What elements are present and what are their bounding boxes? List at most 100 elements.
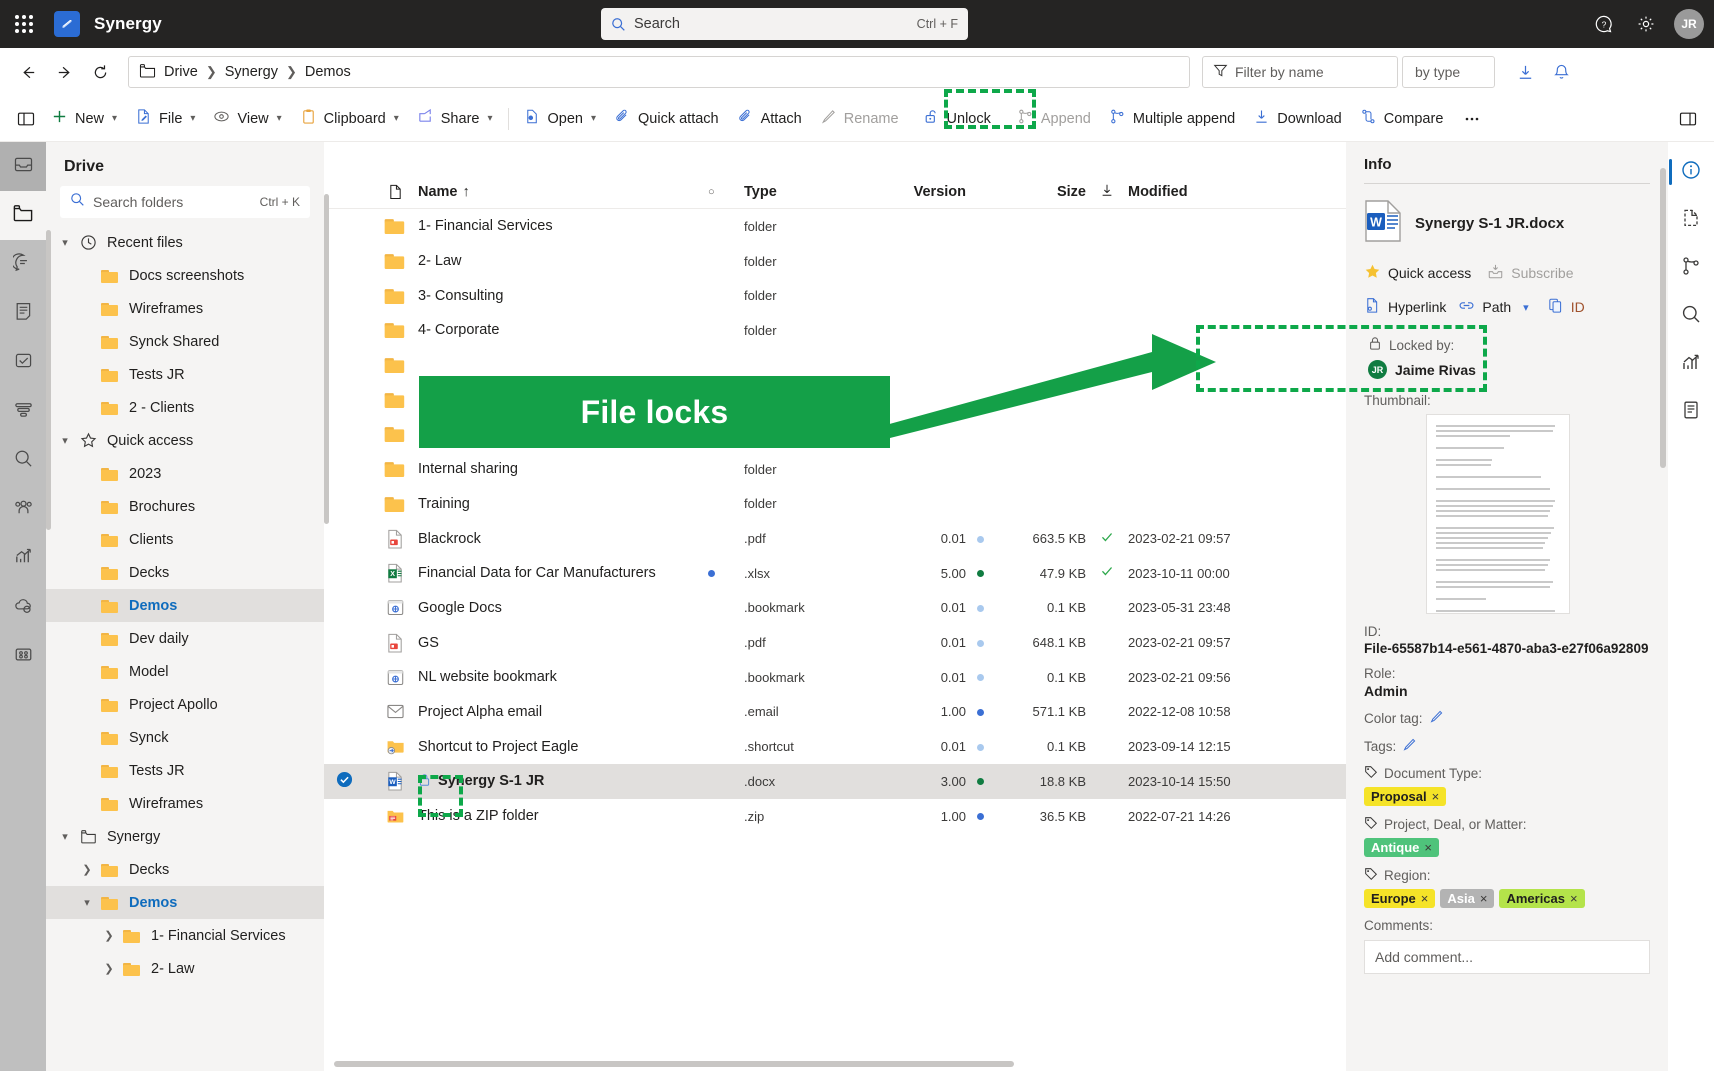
breadcrumb-item-demos[interactable]: Demos bbox=[305, 64, 351, 80]
sidebar-tree-item[interactable]: ▾ Demos bbox=[46, 886, 324, 919]
table-row[interactable]: 2- Law folder bbox=[324, 244, 1346, 279]
rail-item-filters[interactable] bbox=[0, 387, 46, 436]
ribbon-unlock-button[interactable]: Unlock bbox=[914, 102, 1000, 136]
tag-remove-icon[interactable]: × bbox=[1480, 891, 1488, 906]
ribbon-compare-button[interactable]: Compare bbox=[1351, 102, 1453, 136]
rail-item-search[interactable] bbox=[0, 436, 46, 485]
table-row[interactable]: GS .pdf 0.01 648.1 KB 2023-02-21 09:57 bbox=[324, 625, 1346, 660]
rail-item-notes[interactable] bbox=[0, 289, 46, 338]
column-header-flag[interactable]: ○ bbox=[708, 186, 744, 198]
tag-remove-icon[interactable]: × bbox=[1424, 840, 1432, 855]
tag-pill[interactable]: Americas × bbox=[1499, 889, 1585, 908]
column-header-type[interactable]: Type bbox=[744, 184, 874, 200]
tag-pill[interactable]: Asia × bbox=[1440, 889, 1495, 908]
column-header-modified[interactable]: Modified bbox=[1128, 184, 1308, 200]
table-row[interactable]: X Financial Data for Car Manufacturers .xl… bbox=[324, 556, 1346, 591]
sidebar-tree-item[interactable]: 2 - Clients bbox=[46, 391, 324, 424]
sidebar-tree-item[interactable]: Tests JR bbox=[46, 754, 324, 787]
tag-pill[interactable]: Antique × bbox=[1364, 838, 1439, 857]
ribbon-share-button[interactable]: Share ▾ bbox=[408, 102, 502, 136]
thumbnail-preview[interactable] bbox=[1426, 414, 1570, 614]
ribbon-open-button[interactable]: Open ▾ bbox=[515, 102, 606, 136]
row-name[interactable]: 2- Law bbox=[418, 253, 708, 269]
table-row[interactable]: Shortcut to Project Eagle .shortcut 0.01 0.… bbox=[324, 729, 1346, 764]
sidebar-tree-item[interactable]: Synck bbox=[46, 721, 324, 754]
right-rail-list[interactable] bbox=[1668, 388, 1714, 436]
left-panel-toggle-icon[interactable] bbox=[10, 103, 42, 135]
breadcrumb-item-synergy[interactable]: Synergy bbox=[225, 64, 278, 80]
row-name[interactable]: 4- Corporate bbox=[418, 322, 708, 338]
hyperlink-button[interactable]: Hyperlink bbox=[1364, 297, 1446, 317]
sidebar-tree-item[interactable]: Model bbox=[46, 655, 324, 688]
row-name[interactable]: 1- Financial Services bbox=[418, 218, 708, 234]
filter-by-type-button[interactable]: by type bbox=[1402, 56, 1495, 88]
ribbon-download-button[interactable]: Download bbox=[1244, 102, 1351, 136]
row-name[interactable]: Shortcut to Project Eagle bbox=[418, 739, 708, 755]
sidebar-tree-item[interactable]: 2023 bbox=[46, 457, 324, 490]
chevron-down-icon[interactable]: ▾ bbox=[54, 434, 76, 447]
right-rail-document[interactable] bbox=[1668, 196, 1714, 244]
table-row[interactable]: Blackrock .pdf 0.01 663.5 KB 2023-02-21 09:5… bbox=[324, 521, 1346, 556]
more-ellipsis-icon[interactable] bbox=[1456, 103, 1488, 135]
rail-item-inbox[interactable] bbox=[0, 142, 46, 191]
sidebar-tree-item[interactable]: ❯ Decks bbox=[46, 853, 324, 886]
rail-item-people[interactable] bbox=[0, 485, 46, 534]
tag-remove-icon[interactable]: × bbox=[1432, 789, 1440, 804]
refresh-icon[interactable] bbox=[84, 56, 116, 88]
row-name[interactable]: Project Alpha email bbox=[418, 704, 708, 720]
table-row[interactable]: 3- Consulting folder bbox=[324, 278, 1346, 313]
table-row[interactable]: 1- Financial Services folder bbox=[324, 209, 1346, 244]
ribbon-attach-button[interactable]: Attach bbox=[728, 102, 811, 136]
help-icon[interactable]: ? bbox=[1586, 6, 1622, 42]
tag-remove-icon[interactable]: × bbox=[1570, 891, 1578, 906]
column-header-size[interactable]: Size bbox=[994, 184, 1086, 200]
file-list-horizontal-scrollbar[interactable] bbox=[334, 1061, 1014, 1067]
tag-pill[interactable]: Europe × bbox=[1364, 889, 1436, 908]
row-name[interactable]: 3- Consulting bbox=[418, 288, 708, 304]
row-name[interactable]: Training bbox=[418, 496, 708, 512]
chevron-down-icon[interactable]: ▾ bbox=[76, 896, 98, 909]
ribbon-file-button[interactable]: File ▾ bbox=[126, 102, 204, 136]
tag-remove-icon[interactable]: × bbox=[1421, 891, 1429, 906]
arrow-right-icon[interactable] bbox=[48, 56, 80, 88]
pencil-icon[interactable] bbox=[1429, 709, 1444, 727]
table-row[interactable]: Internal sharing folder bbox=[324, 452, 1346, 487]
file-column-icon[interactable] bbox=[372, 184, 418, 200]
table-row[interactable]: Project Alpha email .email 1.00 571.1 KB 202… bbox=[324, 695, 1346, 730]
table-row[interactable]: Google Docs .bookmark 0.01 0.1 KB 2023-05-31… bbox=[324, 591, 1346, 626]
right-panel-toggle-icon[interactable] bbox=[1672, 103, 1704, 135]
table-row[interactable]: W Synergy S-1 JR .docx 3.00 18.8 KB 2023-10-1… bbox=[324, 764, 1346, 799]
breadcrumb[interactable]: Drive ❯ Synergy ❯ Demos bbox=[128, 56, 1190, 88]
rail-item-analytics[interactable] bbox=[0, 534, 46, 583]
sidebar-tree-item[interactable]: ❯ 2- Law bbox=[46, 952, 324, 985]
tag-pill[interactable]: Proposal × bbox=[1364, 787, 1447, 806]
ribbon-new-button[interactable]: New ▾ bbox=[42, 102, 126, 136]
sidebar-tree-item[interactable]: Demos bbox=[46, 589, 324, 622]
sidebar-scrollbar[interactable] bbox=[46, 230, 51, 530]
path-button[interactable]: Path bbox=[1458, 297, 1511, 317]
chevron-down-icon[interactable]: ▾ bbox=[1523, 301, 1529, 314]
sidebar-tree-item[interactable]: Docs screenshots bbox=[46, 259, 324, 292]
row-name[interactable]: Google Docs bbox=[418, 600, 708, 616]
sidebar-tree-item[interactable]: Wireframes bbox=[46, 292, 324, 325]
rail-item-cloud-sync[interactable] bbox=[0, 583, 46, 632]
table-row[interactable]: This is a ZIP folder .zip 1.00 36.5 KB 2022-… bbox=[324, 799, 1346, 834]
row-select-checkbox[interactable] bbox=[336, 771, 372, 792]
chevron-down-icon[interactable]: ▾ bbox=[54, 830, 76, 843]
add-comment-input[interactable]: Add comment... bbox=[1364, 940, 1650, 974]
row-name[interactable]: Blackrock bbox=[418, 531, 708, 547]
right-rail-versions[interactable] bbox=[1668, 244, 1714, 292]
sidebar-tree-item[interactable]: Wireframes bbox=[46, 787, 324, 820]
table-row[interactable]: NL website bookmark .bookmark 0.01 0.1 KB 20… bbox=[324, 660, 1346, 695]
chevron-right-icon[interactable]: ❯ bbox=[98, 929, 120, 942]
chevron-right-icon[interactable]: ❯ bbox=[98, 962, 120, 975]
id-copy-button[interactable]: ID bbox=[1547, 297, 1585, 317]
download-icon[interactable] bbox=[1509, 56, 1541, 88]
row-name[interactable]: NL website bookmark bbox=[418, 669, 708, 685]
ribbon-multiple-append-button[interactable]: Multiple append bbox=[1100, 102, 1244, 136]
filter-by-name-input[interactable]: Filter by name bbox=[1202, 56, 1398, 88]
chevron-down-icon[interactable]: ▾ bbox=[54, 236, 76, 249]
gear-icon[interactable] bbox=[1628, 6, 1664, 42]
row-name[interactable]: GS bbox=[418, 635, 708, 651]
table-row[interactable]: Training folder bbox=[324, 487, 1346, 522]
